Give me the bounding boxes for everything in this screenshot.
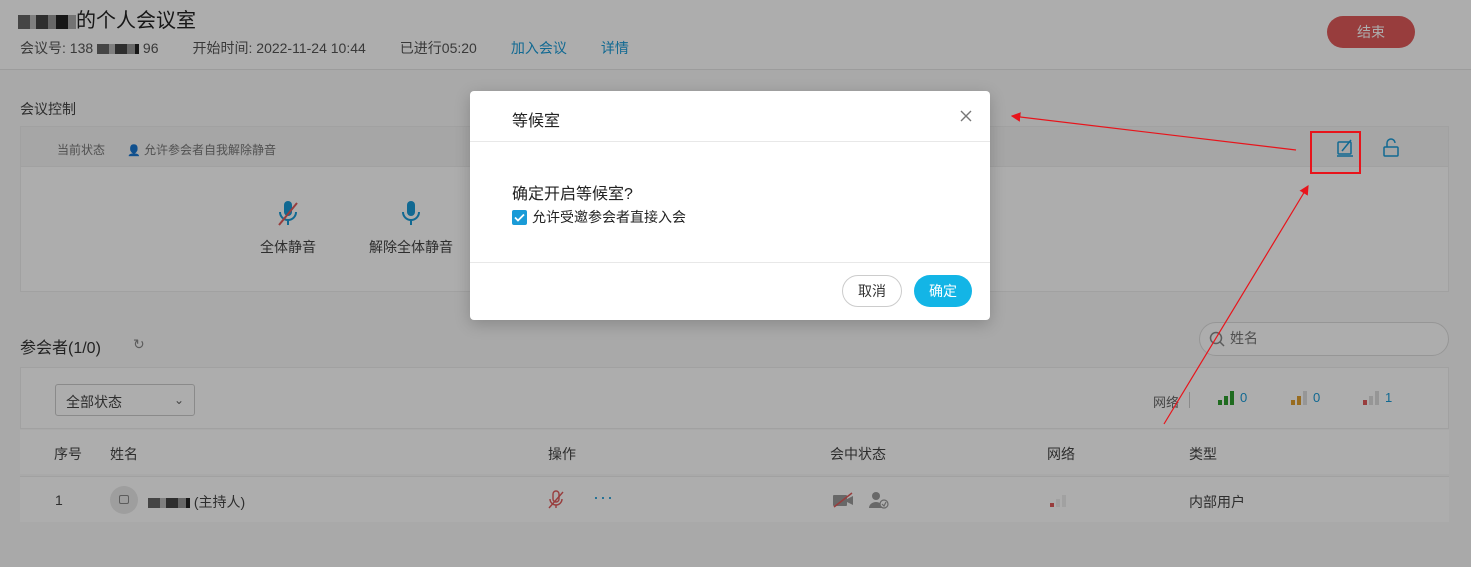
dialog-footer-divider bbox=[470, 262, 990, 263]
dialog-question: 确定开启等候室? bbox=[512, 186, 633, 203]
dialog-title: 等候室 bbox=[512, 113, 561, 130]
cancel-button[interactable]: 取消 bbox=[842, 275, 902, 307]
allow-direct-join-checkbox[interactable]: 允许受邀参会者直接入会 bbox=[512, 207, 686, 227]
annotation-highlight-box bbox=[1310, 131, 1361, 174]
checkbox-checked-icon[interactable] bbox=[512, 209, 527, 225]
dialog-divider bbox=[470, 141, 990, 142]
close-icon[interactable] bbox=[958, 108, 974, 124]
waiting-room-dialog: 等候室 确定开启等候室? 允许受邀参会者直接入会 取消 确定 bbox=[470, 91, 990, 320]
confirm-button[interactable]: 确定 bbox=[914, 275, 972, 307]
checkbox-label: 允许受邀参会者直接入会 bbox=[532, 209, 686, 225]
